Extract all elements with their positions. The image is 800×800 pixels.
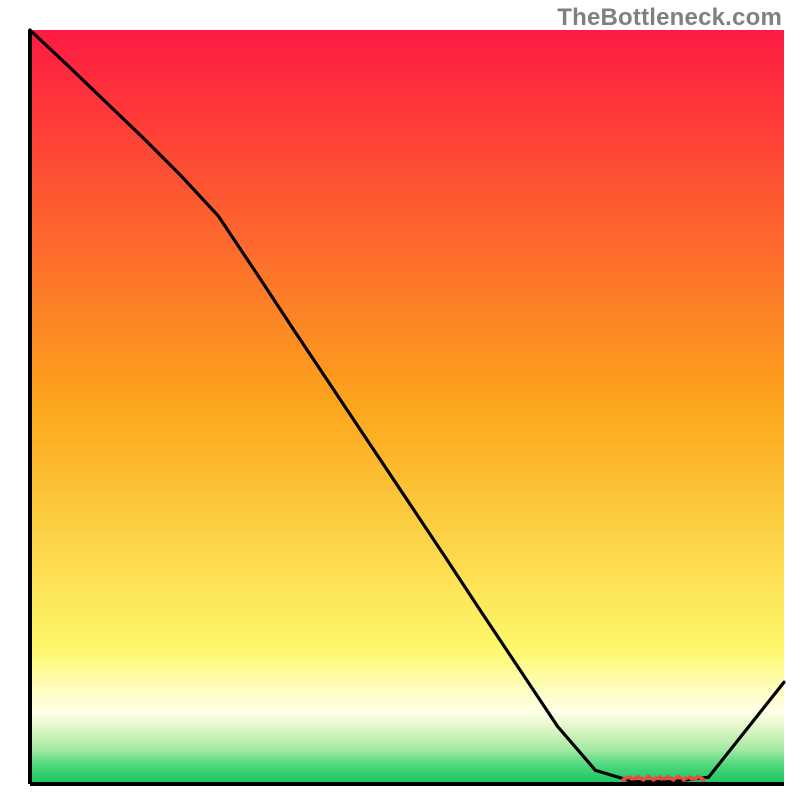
watermark-text: TheBottleneck.com xyxy=(557,4,782,32)
chart-background xyxy=(30,30,784,784)
chart-stage: TheBottleneck.com xyxy=(0,0,800,800)
bottleneck-chart xyxy=(0,0,800,800)
